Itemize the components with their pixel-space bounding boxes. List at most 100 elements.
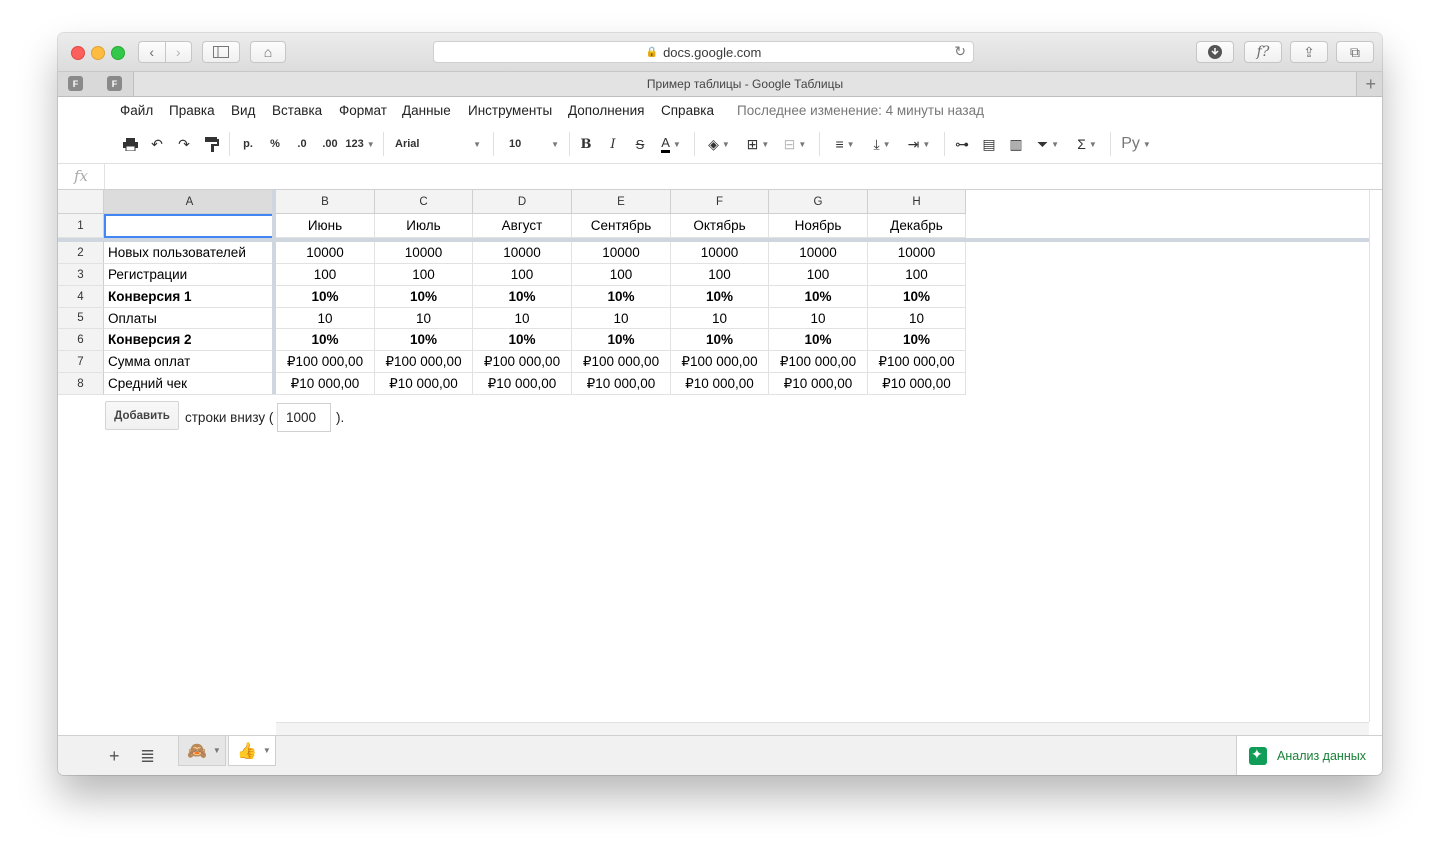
home-button[interactable]: ⌂ — [250, 41, 286, 63]
table-cell[interactable]: 100 — [473, 264, 572, 286]
table-cell[interactable]: ₽10 000,00 — [868, 373, 966, 395]
more-formats-button[interactable]: 123 ▼ — [344, 134, 376, 154]
column-title-cell[interactable]: Декабрь — [868, 214, 966, 238]
row-header[interactable]: 5 — [58, 308, 104, 329]
vertical-align-button[interactable]: ⤓ ▼ — [866, 134, 898, 154]
add-rows-count-input[interactable]: 1000 — [277, 403, 331, 432]
table-cell[interactable]: 10 — [473, 308, 572, 329]
table-cell[interactable]: 10 — [572, 308, 671, 329]
table-cell[interactable]: 10% — [375, 286, 473, 308]
all-sheets-icon[interactable]: ≣ — [140, 746, 155, 767]
column-header-e[interactable]: E — [572, 190, 671, 214]
column-title-cell[interactable]: Сентябрь — [572, 214, 671, 238]
table-cell[interactable]: ₽100 000,00 — [375, 351, 473, 373]
table-cell[interactable]: 10% — [868, 286, 966, 308]
font-family-select[interactable]: Arial ▼ — [390, 134, 486, 154]
currency-format-button[interactable]: р. — [238, 134, 258, 154]
insert-comment-icon[interactable]: ▤ — [978, 134, 1000, 154]
column-title-cell[interactable]: Август — [473, 214, 572, 238]
minimize-window-button[interactable] — [91, 46, 105, 60]
column-title-cell[interactable]: Октябрь — [671, 214, 769, 238]
sheet-tab-active[interactable]: 👍 ▼ — [228, 736, 276, 766]
column-header-c[interactable]: C — [375, 190, 473, 214]
text-wrapping-button[interactable]: ⇥ ▼ — [901, 134, 937, 154]
table-cell[interactable]: Конверсия 1 — [104, 286, 276, 308]
table-cell[interactable]: Сумма оплат — [104, 351, 276, 373]
column-title-cell[interactable]: Ноябрь — [769, 214, 868, 238]
table-cell[interactable]: Средний чек — [104, 373, 276, 395]
explore-button[interactable]: Анализ данных — [1236, 736, 1382, 775]
formula-extension-button[interactable]: f? — [1244, 41, 1282, 63]
table-cell[interactable]: 100 — [769, 264, 868, 286]
address-bar[interactable]: 🔒 docs.google.com ↻ — [433, 41, 974, 63]
horizontal-scrollbar[interactable] — [276, 722, 1369, 735]
table-cell[interactable]: ₽10 000,00 — [572, 373, 671, 395]
table-cell[interactable]: 10% — [671, 329, 769, 351]
column-header-d[interactable]: D — [473, 190, 572, 214]
select-all-corner[interactable] — [58, 190, 104, 214]
table-cell[interactable]: 10% — [769, 286, 868, 308]
table-cell[interactable]: 10% — [868, 329, 966, 351]
table-cell[interactable]: ₽10 000,00 — [276, 373, 375, 395]
table-cell[interactable]: 10% — [375, 329, 473, 351]
table-cell[interactable]: 10% — [572, 286, 671, 308]
row-header[interactable]: 6 — [58, 329, 104, 351]
menu-edit[interactable]: Правка — [169, 103, 215, 118]
strikethrough-button[interactable]: S — [630, 134, 650, 154]
table-cell[interactable]: ₽10 000,00 — [375, 373, 473, 395]
input-tools-button[interactable]: Ру ▼ — [1118, 134, 1154, 154]
table-cell[interactable]: Оплаты — [104, 308, 276, 329]
freeze-column-divider[interactable] — [272, 190, 276, 394]
table-cell[interactable]: 10000 — [276, 242, 375, 264]
font-size-select[interactable]: 10 ▼ — [504, 134, 562, 154]
table-cell[interactable]: Новых пользователей — [104, 242, 276, 264]
table-cell[interactable]: ₽100 000,00 — [572, 351, 671, 373]
table-cell[interactable]: 10000 — [375, 242, 473, 264]
close-window-button[interactable] — [71, 46, 85, 60]
active-tab[interactable]: Пример таблицы - Google Таблицы — [133, 72, 1357, 96]
table-cell[interactable]: 10 — [868, 308, 966, 329]
row-header[interactable]: 8 — [58, 373, 104, 395]
column-header-h[interactable]: H — [868, 190, 966, 214]
column-title-cell[interactable]: Июль — [375, 214, 473, 238]
table-cell[interactable]: Конверсия 2 — [104, 329, 276, 351]
table-cell[interactable]: 100 — [572, 264, 671, 286]
insert-chart-icon[interactable]: ▥ — [1005, 134, 1027, 154]
zoom-window-button[interactable] — [111, 46, 125, 60]
table-cell[interactable]: ₽100 000,00 — [671, 351, 769, 373]
table-cell[interactable]: ₽100 000,00 — [769, 351, 868, 373]
table-cell[interactable]: 10% — [671, 286, 769, 308]
menu-tools[interactable]: Инструменты — [468, 103, 552, 118]
fill-color-button[interactable]: ◈ ▼ — [703, 134, 735, 154]
pinned-tab[interactable]: F — [68, 76, 83, 91]
italic-button[interactable]: I — [603, 134, 623, 154]
share-button[interactable]: ⇪ — [1290, 41, 1328, 63]
table-cell[interactable]: 10 — [769, 308, 868, 329]
downloads-button[interactable] — [1196, 41, 1234, 63]
row-header[interactable]: 7 — [58, 351, 104, 373]
paint-format-icon[interactable] — [202, 134, 222, 154]
table-cell[interactable]: 10000 — [473, 242, 572, 264]
table-cell[interactable]: 10% — [769, 329, 868, 351]
table-cell[interactable]: ₽10 000,00 — [671, 373, 769, 395]
table-cell[interactable]: ₽10 000,00 — [769, 373, 868, 395]
print-icon[interactable] — [120, 134, 140, 154]
table-cell[interactable]: 10% — [276, 329, 375, 351]
menu-view[interactable]: Вид — [231, 103, 255, 118]
freeze-row-divider[interactable] — [58, 238, 1382, 242]
back-icon[interactable]: ‹ — [139, 42, 165, 62]
horizontal-align-button[interactable]: ≡ ▼ — [828, 134, 862, 154]
table-cell[interactable]: 10000 — [868, 242, 966, 264]
menu-format[interactable]: Формат — [339, 103, 387, 118]
table-cell[interactable]: 10 — [375, 308, 473, 329]
table-cell[interactable]: 10000 — [769, 242, 868, 264]
table-cell[interactable]: 100 — [276, 264, 375, 286]
text-color-button[interactable]: A ▼ — [655, 134, 687, 154]
column-header-b[interactable]: B — [276, 190, 375, 214]
increase-decimal-button[interactable]: .00 — [317, 134, 343, 154]
bold-button[interactable]: B — [576, 134, 596, 154]
table-cell[interactable]: ₽100 000,00 — [473, 351, 572, 373]
table-cell[interactable]: 10% — [572, 329, 671, 351]
row-header[interactable]: 3 — [58, 264, 104, 286]
column-header-a[interactable]: A — [104, 190, 276, 214]
